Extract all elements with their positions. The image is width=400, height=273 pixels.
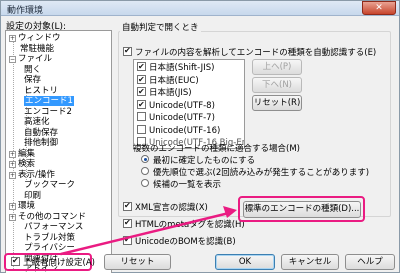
multi-match-radio-label: 候補の一覧を表示 [153, 180, 222, 190]
tree-item[interactable]: + 検索 [9, 159, 35, 170]
close-button[interactable]: ✕ [362, 1, 396, 15]
standard-encoding-highlight [238, 196, 365, 222]
tree-item-label: トラブル対策 [24, 232, 76, 243]
tree-item[interactable]: 高速化 [24, 117, 50, 128]
encoding-label: 日本語(JIS) [149, 88, 192, 98]
settings-tree[interactable]: + ウィンドウ 常駐機能 − ファイル 開く 保存 ヒストリ エンコード1 エンコード2 高速化 自動… [5, 30, 112, 273]
tree-item-label: プライバシー [24, 243, 75, 253]
html-meta-checkbox[interactable] [123, 218, 132, 228]
tree-item-label: ウィンドウ [18, 33, 61, 43]
encoding-list-item[interactable]: 日本語(Shift-JIS) [137, 61, 215, 74]
tree-item[interactable]: ブックマーク [24, 180, 75, 191]
tree-item[interactable]: 常駐機能 [9, 44, 54, 55]
expand-icon[interactable]: + [9, 203, 16, 210]
html-meta-label: HTMLのmetaタグを認識(H) [135, 220, 245, 230]
tree-item[interactable]: 排他制御 [24, 138, 58, 149]
encoding-checkbox[interactable] [137, 124, 146, 134]
tree-item[interactable]: 開く [24, 65, 41, 76]
tree-item[interactable]: 自動保存 [24, 128, 58, 139]
tree-item[interactable]: + 表示/操作 [9, 170, 55, 181]
multi-match-radio[interactable] [141, 167, 149, 175]
tree-item-label: 編集 [18, 148, 36, 159]
window-title: 動作環境 [7, 6, 44, 16]
tree-item[interactable]: エンコード1 [24, 96, 74, 107]
multi-match-label: 複数のエンコードの種類に適合する場合(M) [133, 144, 300, 154]
encoding-label: 日本語(Shift-JIS) [149, 63, 215, 73]
tree-item-label: 印刷 [24, 190, 42, 201]
unicode-bom-checkbox[interactable] [123, 235, 132, 245]
down-button[interactable]: 下へ(N) [252, 77, 302, 93]
expand-icon[interactable]: + [9, 213, 16, 221]
cancel-button[interactable]: キャンセル [281, 254, 339, 270]
encoding-checkbox[interactable] [137, 74, 146, 86]
tree-item-label: 高速化 [24, 117, 50, 127]
encoding-label: Unicode(UTF-8) [149, 100, 215, 111]
collapse-icon[interactable]: − [9, 56, 16, 63]
advanced-label: 上級者向け設定(A) [23, 258, 95, 268]
tree-item[interactable]: トラブル対策 [24, 233, 75, 244]
multi-match-radio[interactable] [141, 179, 149, 187]
encoding-checkbox[interactable] [137, 112, 146, 121]
help-button[interactable]: ヘルプ [345, 254, 395, 270]
multi-match-radio[interactable] [141, 155, 149, 163]
xml-decl-checkbox[interactable] [123, 201, 132, 211]
encoding-checkbox[interactable] [137, 61, 146, 73]
tree-item[interactable]: 印刷 [24, 191, 41, 202]
encoding-list[interactable]: 日本語(Shift-JIS) 日本語(EUC) 日本語(JIS) Unicode(UT… [133, 59, 245, 149]
expand-icon[interactable]: + [9, 150, 16, 158]
unicode-bom-label: UnicodeのBOMを認識(B) [135, 237, 236, 247]
encoding-label: Unicode(UTF-16) [149, 125, 221, 136]
ok-button[interactable]: OK [215, 254, 275, 270]
encoding-list-item[interactable]: Unicode(UTF-16) [137, 124, 221, 137]
auto-detect-label: ファイルの内容を解析してエンコードの種類を自動認識する(E) [135, 48, 377, 58]
tree-item-label: 自動保存 [24, 127, 59, 138]
tree-item-label: パフォーマンス [24, 222, 84, 232]
encoding-checkbox[interactable] [137, 86, 146, 98]
expand-icon[interactable]: + [9, 35, 16, 42]
encoding-checkbox[interactable] [137, 99, 146, 111]
tree-item-label: 環境 [18, 201, 36, 211]
encoding-list-item[interactable]: 日本語(EUC) [137, 74, 199, 87]
tree-item[interactable]: エンコード2 [24, 107, 72, 118]
expand-icon[interactable]: + [9, 161, 16, 168]
advanced-checkbox[interactable] [11, 256, 20, 266]
multi-match-radio-label: 優先順位で選ぶ(2回読み込みが発生することがあります) [153, 168, 370, 178]
tree-item[interactable]: ヒストリ [24, 86, 58, 97]
encoding-list-item[interactable]: Unicode(UTF-8) [137, 99, 215, 112]
tree-item[interactable]: + ウィンドウ [9, 33, 61, 44]
tree-item-label: エンコード2 [24, 106, 72, 117]
tree-item-label: 保存 [24, 75, 42, 85]
tree-item-label: ヒストリ [24, 85, 59, 96]
up-button[interactable]: 上へ(P) [252, 59, 302, 75]
tree-item-label: 検索 [18, 159, 36, 169]
tree-item-label: その他のコマンド [18, 211, 87, 222]
tree-item-label: 開く [24, 64, 42, 75]
tree-item[interactable]: 保存 [24, 75, 41, 86]
multi-match-radio-label: 最初に確定したものにする [153, 156, 256, 166]
tree-item[interactable]: − ファイル [9, 54, 52, 65]
tree-item[interactable]: パフォーマンス [24, 222, 83, 233]
title-bar: 動作環境 ✕ [1, 1, 399, 16]
encoding-label: Unicode(UTF-7) [149, 113, 215, 123]
tree-item-label: ファイル [18, 54, 53, 64]
reset-list-button[interactable]: リセット(R) [252, 95, 302, 111]
encoding-list-item[interactable]: 日本語(JIS) [137, 86, 192, 99]
expand-icon[interactable]: + [9, 171, 16, 179]
tree-item[interactable]: + 環境 [9, 201, 35, 212]
tree-item-label: エンコード1 [24, 96, 74, 106]
tree-item-label: 排他制御 [24, 138, 59, 148]
group-title: 自動判定で開くとき [120, 21, 201, 33]
footer-reset-button[interactable]: リセット [104, 254, 171, 270]
auto-detect-checkbox[interactable] [123, 46, 132, 56]
xml-decl-label: XML宣言の認識(X) [135, 203, 208, 213]
settings-dialog: 動作環境 ✕ 設定の対象(L): + ウィンドウ 常駐機能 − ファイル 開く 保存 ヒストリ… [0, 0, 400, 273]
tree-item-label: 表示/操作 [18, 169, 55, 180]
encoding-list-item[interactable]: Unicode(UTF-7) [137, 112, 215, 124]
tree-item-label: 常駐機能 [20, 43, 55, 54]
tree-item[interactable]: + その他のコマンド [9, 212, 86, 223]
encoding-label: 日本語(EUC) [149, 75, 199, 86]
tree-item[interactable]: + 編集 [9, 149, 35, 160]
tree-item-label: ブックマーク [24, 180, 76, 190]
